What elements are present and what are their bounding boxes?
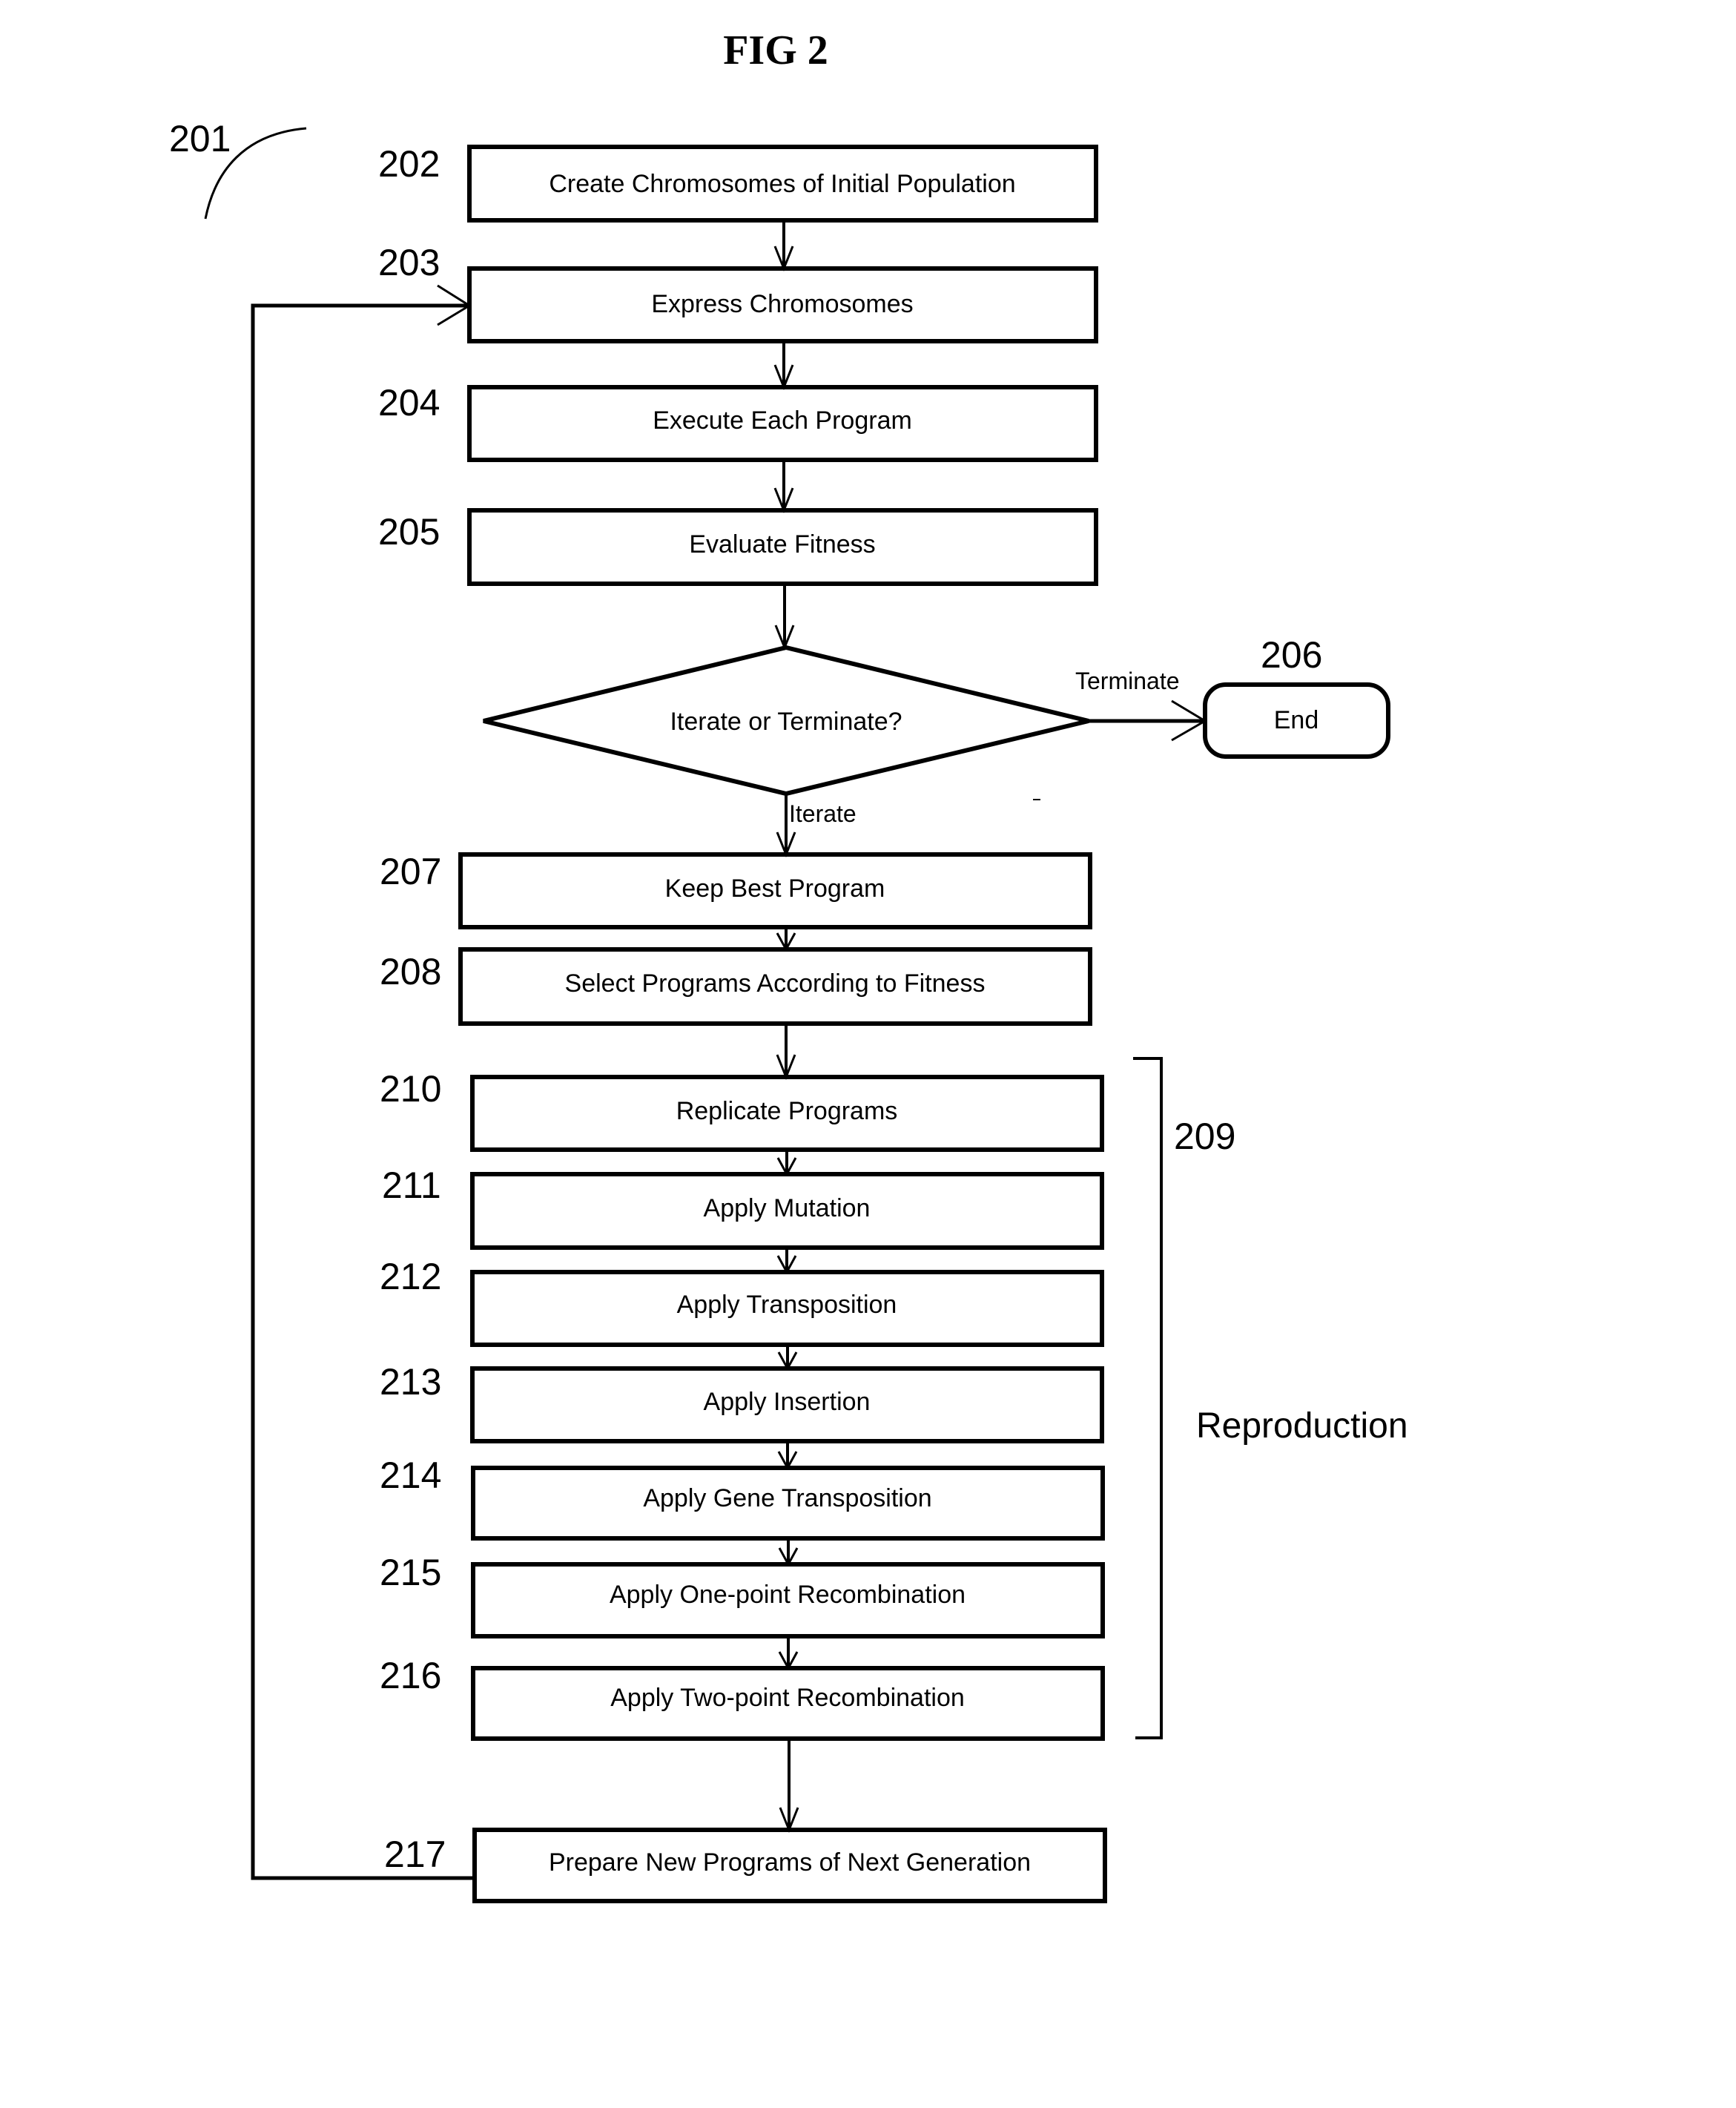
figure-ref-label: 201 bbox=[169, 118, 231, 159]
step-number: 214 bbox=[380, 1455, 441, 1496]
flowchart: FIG 2 201 Create Chromosomes of Initial … bbox=[169, 27, 1408, 1903]
group-label: Reproduction bbox=[1196, 1406, 1408, 1446]
terminate-branch-label: Terminate bbox=[1075, 668, 1180, 694]
step-210: Replicate Programs 210 bbox=[380, 1068, 1104, 1152]
step-label: Evaluate Fitness bbox=[689, 530, 875, 559]
step-211: Apply Mutation 211 bbox=[382, 1165, 1104, 1250]
step-number: 205 bbox=[378, 511, 440, 553]
group-number: 209 bbox=[1174, 1116, 1235, 1157]
step-number: 202 bbox=[378, 143, 440, 185]
step-203: Express Chromosomes 203 bbox=[378, 242, 1098, 343]
step-label: Execute Each Program bbox=[653, 406, 912, 435]
step-207: Keep Best Program 207 bbox=[380, 851, 1092, 929]
decision-node: Iterate or Terminate? bbox=[483, 645, 1089, 797]
decision-label: Iterate or Terminate? bbox=[670, 708, 902, 736]
step-number: 203 bbox=[378, 242, 440, 283]
step-label: Apply Two-point Recombination bbox=[610, 1684, 965, 1712]
step-label: Apply Gene Transposition bbox=[643, 1484, 931, 1512]
end-number: 206 bbox=[1261, 634, 1322, 676]
step-label: Apply Transposition bbox=[677, 1291, 897, 1319]
group-bracket bbox=[1133, 1057, 1163, 1739]
step-202: Create Chromosomes of Initial Population… bbox=[378, 143, 1098, 223]
step-212: Apply Transposition 212 bbox=[380, 1256, 1104, 1347]
iterate-branch-label: Iterate bbox=[789, 800, 857, 827]
step-205: Evaluate Fitness 205 bbox=[378, 508, 1098, 586]
step-label: Prepare New Programs of Next Generation bbox=[549, 1848, 1031, 1877]
step-label: Create Chromosomes of Initial Population bbox=[549, 170, 1015, 198]
step-number: 215 bbox=[380, 1552, 441, 1593]
step-label: Select Programs According to Fitness bbox=[565, 969, 986, 998]
step-213: Apply Insertion 213 bbox=[380, 1361, 1104, 1443]
end-node: End 206 bbox=[1203, 634, 1390, 759]
step-label: Keep Best Program bbox=[665, 875, 885, 903]
reproduction-group: 209 Reproduction bbox=[1133, 1057, 1408, 1739]
step-number: 207 bbox=[380, 851, 441, 892]
step-label: Apply One-point Recombination bbox=[610, 1581, 966, 1609]
step-number: 212 bbox=[380, 1256, 441, 1297]
step-216: Apply Two-point Recombination 216 bbox=[380, 1655, 1105, 1741]
step-number: 217 bbox=[384, 1834, 446, 1875]
step-label: Express Chromosomes bbox=[651, 290, 913, 318]
step-214: Apply Gene Transposition 214 bbox=[380, 1455, 1105, 1541]
end-label: End bbox=[1274, 706, 1319, 734]
step-label: Replicate Programs bbox=[676, 1097, 898, 1125]
step-217: Prepare New Programs of Next Generation … bbox=[384, 1828, 1107, 1903]
step-number: 204 bbox=[378, 382, 440, 424]
step-number: 211 bbox=[382, 1165, 441, 1206]
step-number: 213 bbox=[380, 1361, 441, 1403]
figure-title: FIG 2 bbox=[723, 27, 828, 73]
step-204: Execute Each Program 204 bbox=[378, 382, 1098, 462]
step-label: Apply Mutation bbox=[704, 1194, 871, 1222]
step-number: 208 bbox=[380, 951, 441, 992]
step-number: 216 bbox=[380, 1655, 441, 1696]
step-208: Select Programs According to Fitness 208 bbox=[380, 947, 1092, 1026]
step-number: 210 bbox=[380, 1068, 441, 1110]
step-215: Apply One-point Recombination 215 bbox=[380, 1552, 1105, 1638]
step-label: Apply Insertion bbox=[704, 1388, 871, 1416]
